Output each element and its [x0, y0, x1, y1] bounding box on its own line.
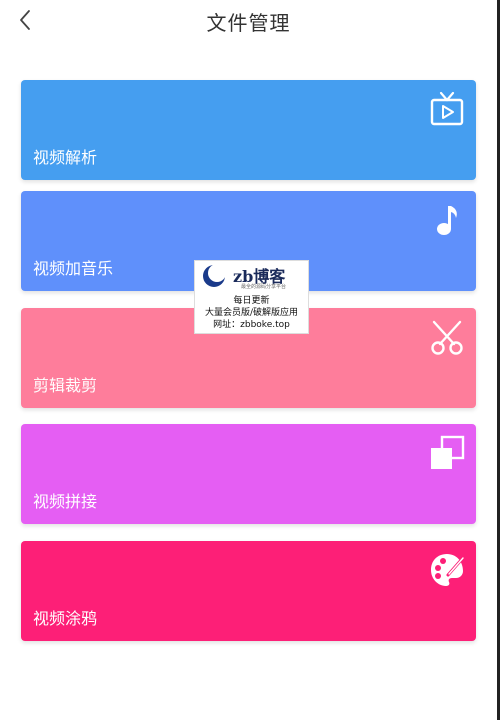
card-label: 视频解析 — [33, 148, 98, 167]
watermark-tagline: 最全的源码分享平台 — [241, 284, 287, 290]
card-label: 视频加音乐 — [33, 259, 114, 278]
watermark-badge: zb博客 最全的源码分享平台 每日更新 大量会员版/破解版应用 网址：zbbok… — [194, 260, 309, 334]
tv-play-icon — [428, 90, 466, 128]
card-label: 剪辑裁剪 — [33, 376, 98, 395]
merge-squares-icon — [428, 434, 466, 472]
watermark-line-3: 网址：zbboke.top — [213, 320, 290, 330]
top-bar: 文件管理 — [0, 0, 497, 40]
page-title: 文件管理 — [206, 11, 291, 35]
video-merge-card[interactable]: 视频拼接 — [21, 424, 476, 524]
video-doodle-card[interactable]: 视频涂鸦 — [21, 541, 476, 641]
palette-icon — [428, 551, 466, 589]
video-parse-card[interactable]: 视频解析 — [21, 80, 476, 180]
card-label: 视频涂鸦 — [33, 609, 98, 628]
scissors-icon — [428, 318, 466, 356]
music-note-icon — [428, 201, 466, 239]
card-label: 视频拼接 — [33, 492, 98, 511]
crescent-logo-icon — [201, 263, 227, 289]
